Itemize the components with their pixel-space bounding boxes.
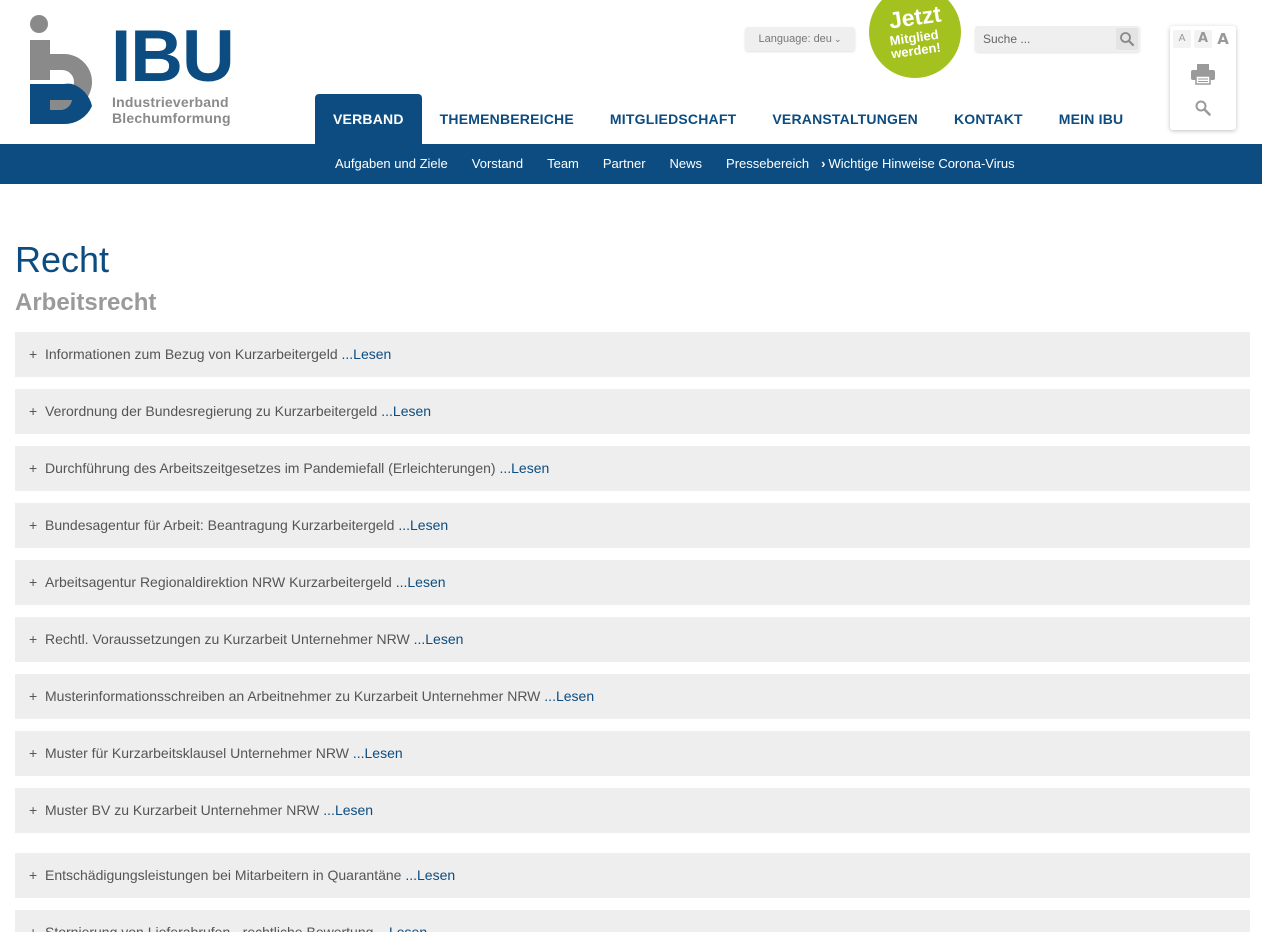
- language-label: Language: deu: [758, 33, 832, 45]
- font-size-medium-button[interactable]: A: [1194, 30, 1212, 48]
- accordion-item-label: Muster BV zu Kurzarbeit Unternehmer NRW: [45, 802, 320, 818]
- read-more-link[interactable]: ...Lesen: [342, 346, 392, 362]
- main-nav-verband[interactable]: VERBAND: [315, 94, 422, 144]
- read-more-link[interactable]: ...Lesen: [499, 460, 549, 476]
- sub-nav-corona-label: Wichtige Hinweise Corona-Virus: [828, 156, 1015, 171]
- accordion-item[interactable]: + Musterinformationsschreiben an Arbeitne…: [15, 674, 1250, 719]
- section-title: Arbeitsrecht: [15, 289, 157, 316]
- read-more-link[interactable]: ...Lesen: [353, 745, 403, 761]
- main-nav-mitgliedschaft[interactable]: MITGLIEDSCHAFT: [592, 94, 754, 144]
- plus-icon: +: [29, 867, 38, 883]
- join-now-badge[interactable]: Jetzt Mitglied werden!: [869, 0, 961, 78]
- main-nav-mein-ibu[interactable]: MEIN IBU: [1041, 94, 1142, 144]
- sub-nav-team[interactable]: Team: [535, 144, 591, 184]
- plus-icon: +: [29, 517, 38, 533]
- sub-nav-news[interactable]: News: [658, 144, 715, 184]
- ibu-logo[interactable]: IBU Industrieverband Blechumformung: [28, 14, 238, 130]
- sub-nav-partner[interactable]: Partner: [591, 144, 658, 184]
- content-header: Recht Arbeitsrecht: [15, 236, 1250, 320]
- read-more-link[interactable]: ...Lesen: [414, 631, 464, 647]
- main-navigation: VERBAND THEMENBEREICHE MITGLIEDSCHAFT VE…: [315, 94, 1141, 144]
- page-title: Recht: [15, 239, 110, 280]
- accordion-item[interactable]: + Bundesagentur für Arbeit: Beantragung K…: [15, 503, 1250, 548]
- plus-icon: +: [29, 688, 38, 704]
- plus-icon: +: [29, 631, 38, 647]
- accordion-item[interactable]: + Rechtl. Voraussetzungen zu Kurzarbeit U…: [15, 617, 1250, 662]
- plus-icon: +: [29, 924, 38, 932]
- accordion-item[interactable]: + Muster für Kurzarbeitsklausel Unternehm…: [15, 731, 1250, 776]
- read-more-link[interactable]: ...Lesen: [396, 574, 446, 590]
- main-nav-veranstaltungen[interactable]: VERANSTALTUNGEN: [754, 94, 936, 144]
- plus-icon: +: [29, 346, 38, 362]
- accordion-item[interactable]: + Muster BV zu Kurzarbeit Unternehmer NRW…: [15, 788, 1250, 833]
- logo-subtitle-line1: Industrieverband: [112, 94, 229, 110]
- read-more-link[interactable]: ...Lesen: [377, 924, 427, 932]
- main-nav-kontakt[interactable]: KONTAKT: [936, 94, 1041, 144]
- print-icon[interactable]: [1190, 63, 1216, 85]
- accordion-item-label: Bundesagentur für Arbeit: Beantragung Ku…: [45, 517, 395, 533]
- accordion-item-label: Informationen zum Bezug von Kurzarbeiter…: [45, 346, 338, 362]
- logo-subtitle: Industrieverband Blechumformung: [112, 94, 231, 126]
- zoom-icon[interactable]: [1194, 99, 1212, 117]
- site-header: IBU Industrieverband Blechumformung Lang…: [0, 0, 1262, 144]
- accordion-item-label: Stornierung von Lieferabrufen - rechtlic…: [45, 924, 374, 932]
- search-input[interactable]: [975, 26, 1115, 52]
- accordion-item-label: Muster für Kurzarbeitsklausel Unternehme…: [45, 745, 349, 761]
- plus-icon: +: [29, 574, 38, 590]
- sub-nav-vorstand[interactable]: Vorstand: [460, 144, 535, 184]
- search-button[interactable]: [1116, 28, 1138, 50]
- accordion-item[interactable]: + Entschädigungsleistungen bei Mitarbeite…: [15, 853, 1250, 898]
- plus-icon: +: [29, 460, 38, 476]
- main-nav-themenbereiche[interactable]: THEMENBEREICHE: [422, 94, 592, 144]
- accordion-item-label: Musterinformationsschreiben an Arbeitneh…: [45, 688, 541, 704]
- plus-icon: +: [29, 745, 38, 761]
- read-more-link[interactable]: ...Lesen: [323, 802, 373, 818]
- accordion-item[interactable]: + Verordnung der Bundesregierung zu Kurza…: [15, 389, 1250, 434]
- chevron-right-icon: ›: [821, 156, 826, 171]
- read-more-link[interactable]: ...Lesen: [544, 688, 594, 704]
- accordion-item[interactable]: + Durchführung des Arbeitszeitgesetzes im…: [15, 446, 1250, 491]
- sub-navigation: Aufgaben und Ziele Vorstand Team Partner…: [0, 144, 1262, 184]
- accordion-item-label: Entschädigungsleistungen bei Mitarbeiter…: [45, 867, 402, 883]
- accordion-item-label: Durchführung des Arbeitszeitgesetzes im …: [45, 460, 496, 476]
- read-more-link[interactable]: ...Lesen: [381, 403, 431, 419]
- read-more-link[interactable]: ...Lesen: [398, 517, 448, 533]
- logo-subtitle-line2: Blechumformung: [112, 110, 231, 126]
- chevron-down-icon: ⌄: [833, 34, 842, 44]
- read-more-link[interactable]: ...Lesen: [405, 867, 455, 883]
- font-size-small-button[interactable]: A: [1173, 30, 1191, 48]
- search-box: [975, 26, 1140, 52]
- accordion-item-label: Arbeitsagentur Regionaldirektion NRW Kur…: [45, 574, 392, 590]
- accordion-item-label: Verordnung der Bundesregierung zu Kurzar…: [45, 403, 378, 419]
- font-size-large-button[interactable]: A: [1214, 30, 1232, 48]
- sub-nav-aufgaben-und-ziele[interactable]: Aufgaben und Ziele: [323, 144, 460, 184]
- search-icon: [1120, 32, 1135, 47]
- sub-nav-corona-hinweise[interactable]: › Wichtige Hinweise Corona-Virus: [821, 144, 1027, 184]
- plus-icon: +: [29, 403, 38, 419]
- logo-wordmark: IBU: [111, 16, 235, 97]
- accordion-item[interactable]: + Informationen zum Bezug von Kurzarbeite…: [15, 332, 1250, 377]
- plus-icon: +: [29, 802, 38, 818]
- language-selector[interactable]: Language: deu ⌄: [745, 27, 855, 51]
- accessibility-toolbox: A A A: [1170, 26, 1236, 130]
- accordion-item[interactable]: + Arbeitsagentur Regionaldirektion NRW Ku…: [15, 560, 1250, 605]
- accordion-item-label: Rechtl. Voraussetzungen zu Kurzarbeit Un…: [45, 631, 410, 647]
- accordion-item[interactable]: + Stornierung von Lieferabrufen - rechtli…: [15, 910, 1250, 932]
- sub-nav-pressebereich[interactable]: Pressebereich: [714, 144, 821, 184]
- ibu-logo-mark-icon: [30, 15, 92, 125]
